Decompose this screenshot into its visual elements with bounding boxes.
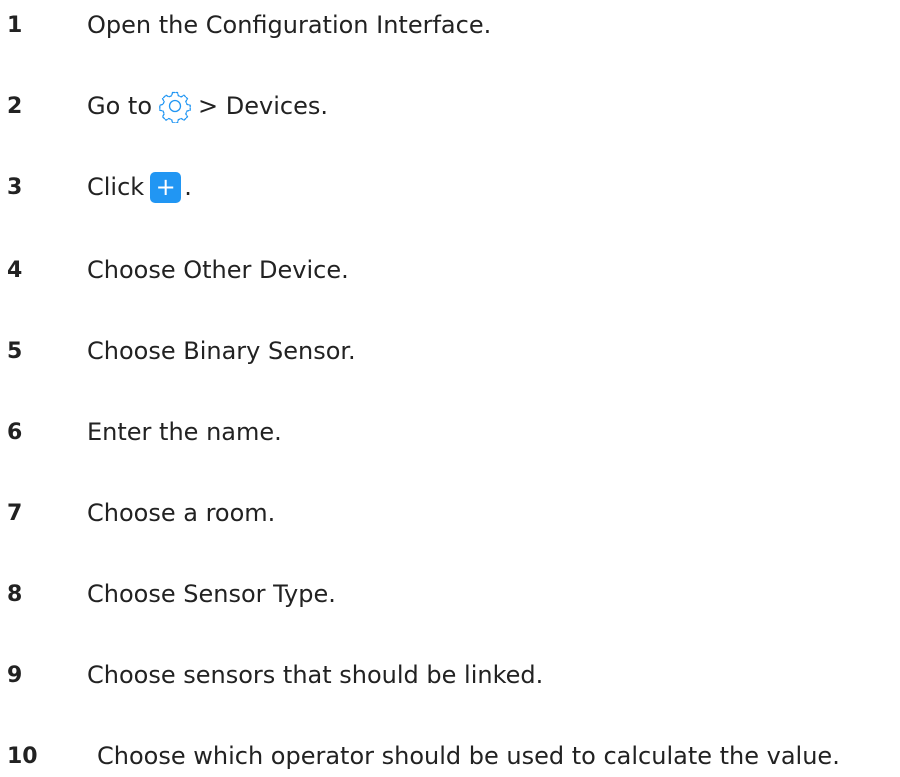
- step-number: 10: [7, 743, 38, 769]
- step-number: 6: [7, 419, 23, 445]
- plus-icon: +: [150, 171, 182, 203]
- step-text: Enter the name.: [87, 418, 282, 446]
- step-text: Choose Other Device.: [87, 256, 349, 284]
- step-text-before: Click: [87, 173, 145, 201]
- step-text-after: > Devices.: [198, 92, 328, 120]
- step-number: 5: [7, 338, 23, 364]
- step-text-before: Go to: [87, 92, 153, 120]
- step-number: 2: [7, 93, 23, 119]
- step-text-after: .: [184, 173, 192, 201]
- step-text: Choose which operator should be used to …: [97, 742, 840, 770]
- step-text: Choose a room.: [87, 499, 276, 527]
- step-number: 8: [7, 581, 23, 607]
- step-text: Go to > Devices.: [87, 89, 328, 123]
- step-text: Choose Binary Sensor.: [87, 337, 356, 365]
- step-number: 4: [7, 257, 23, 283]
- step-number: 1: [7, 12, 23, 38]
- gear-icon: [158, 89, 192, 123]
- step-text: Click + .: [87, 171, 192, 203]
- step-text: Choose sensors that should be linked.: [87, 661, 544, 689]
- step-text: Choose Sensor Type.: [87, 580, 336, 608]
- step-number: 3: [7, 174, 23, 200]
- step-number: 7: [7, 500, 23, 526]
- step-text: Open the Configuration Interface.: [87, 11, 492, 39]
- step-number: 9: [7, 662, 23, 688]
- instruction-steps: 1 Open the Configuration Interface. 2 Go…: [0, 0, 900, 777]
